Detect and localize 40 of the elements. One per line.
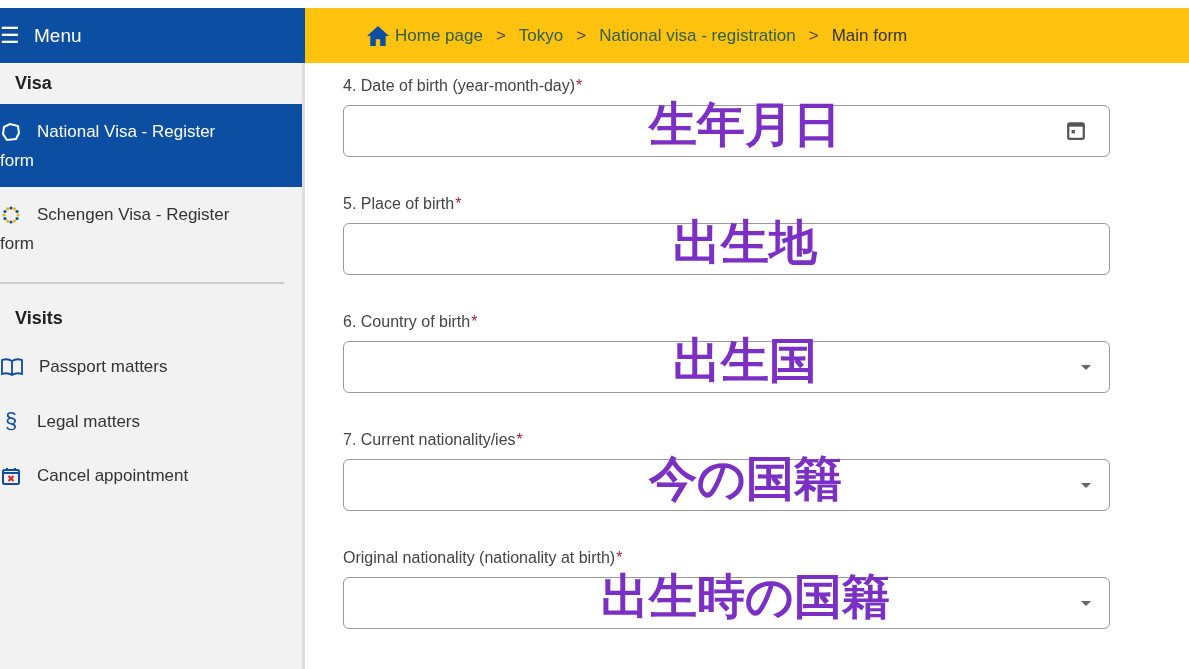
sidebar-item[interactable]: Cancel appointment [0,448,284,503]
calendar-icon [1067,120,1085,140]
required-asterisk: * [516,431,523,448]
menu-button[interactable]: ☰ Menu [0,8,305,63]
sidebar-item[interactable]: Passport matters [0,339,284,394]
required-asterisk: * [616,549,623,566]
book-icon [1,356,23,377]
field-label: Original nationality (nationality at birth) [343,549,616,566]
annotation-text: 今の国籍 [648,452,842,504]
star-ring-icon [1,204,21,225]
breadcrumb-link[interactable]: Tokyo [518,25,564,46]
field-label: 5. Place of birth [343,195,455,212]
breadcrumb-link[interactable]: Main form [831,25,908,46]
sidebar-item[interactable]: § Legal matters [0,393,284,449]
section-heading: Visits [14,307,64,331]
caret-down-icon [1081,483,1091,488]
sidebar-item[interactable]: National Visa - Register form [0,104,302,188]
required-asterisk: * [471,313,478,330]
caret-down-icon [1081,365,1091,370]
breadcrumb-link[interactable]: National visa - registration [599,25,796,46]
calendar-cancel-icon [1,465,21,486]
home-icon [367,25,389,46]
annotation-text: 出生時の国籍 [600,570,890,622]
required-asterisk: * [455,195,462,212]
sidebar-item[interactable]: Schengen Visa - Register form [0,187,302,271]
annotation-text: 出生地 [673,216,817,268]
breadcrumb-separator: > [808,25,819,46]
breadcrumb-separator: > [495,25,506,46]
annotation-text: 生年月日 [649,98,841,150]
breadcrumb-link[interactable]: Home page [395,25,483,46]
required-asterisk: * [576,77,583,94]
caret-down-icon [1081,601,1091,606]
field-label: 4. Date of birth (year-month-day) [343,77,576,94]
field-label: 7. Current nationality/ies [343,431,516,448]
section-heading: Visa [14,72,53,95]
section-sign-icon: § [1,407,21,436]
breadcrumb-separator: > [576,25,587,46]
annotation-text: 出生国 [673,334,817,386]
map-outline-icon [1,121,21,142]
field-label: 6. Country of birth [343,313,471,330]
